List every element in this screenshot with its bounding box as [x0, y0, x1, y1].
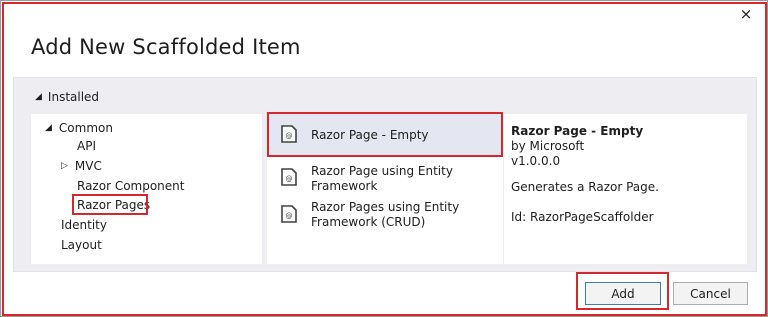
details-id: Id: RazorPageScaffolder — [511, 210, 654, 224]
tree-item-label: Razor Component — [77, 179, 185, 193]
template-label-line1: Razor Pages using Entity — [311, 200, 460, 214]
dialog-title: Add New Scaffolded Item — [31, 35, 301, 59]
template-label: Razor Page using Entity Framework — [311, 164, 453, 194]
template-label-line2: Framework — [311, 179, 378, 193]
svg-text:@: @ — [286, 175, 293, 183]
scaffold-dialog: × Add New Scaffolded Item ◢ Installed ◢ … — [0, 0, 768, 317]
tree-item-identity[interactable]: Identity — [61, 217, 107, 233]
tree-item-common[interactable]: ◢ Common — [45, 120, 113, 136]
cancel-button[interactable]: Cancel — [673, 282, 748, 305]
close-icon[interactable]: × — [737, 5, 755, 23]
svg-text:@: @ — [286, 212, 293, 220]
template-label: Razor Pages using Entity Framework (CRUD… — [311, 200, 459, 230]
tree-item-label: MVC — [74, 159, 102, 173]
razor-file-icon: @ — [281, 125, 297, 146]
installed-header[interactable]: ◢ Installed — [35, 90, 99, 104]
template-label-line1: Razor Page using Entity — [311, 164, 453, 178]
template-item-razor-page-ef[interactable]: @ Razor Page using Entity Framework — [268, 164, 502, 198]
details-author: by Microsoft — [511, 139, 585, 153]
tree-item-label: API — [77, 139, 96, 153]
tree-item-label: Common — [58, 121, 113, 135]
expanded-triangle-icon: ◢ — [45, 123, 52, 133]
details-pane: Razor Page - Empty by Microsoft v1.0.0.0… — [504, 114, 747, 264]
details-version: v1.0.0.0 — [511, 154, 561, 168]
details-title: Razor Page - Empty — [511, 124, 644, 138]
tree-item-mvc[interactable]: ▷ MVC — [61, 158, 102, 174]
add-button[interactable]: Add — [585, 282, 661, 305]
template-label: Razor Page - Empty — [311, 128, 429, 142]
template-item-razor-pages-crud[interactable]: @ Razor Pages using Entity Framework (CR… — [268, 200, 502, 234]
collapsed-triangle-icon: ▷ — [61, 161, 68, 171]
tree-item-razor-component[interactable]: Razor Component — [77, 178, 184, 194]
tree-item-razor-pages[interactable]: Razor Pages — [77, 197, 150, 213]
installed-label: Installed — [47, 90, 100, 104]
details-description: Generates a Razor Page. — [511, 180, 659, 194]
razor-file-icon: @ — [281, 200, 297, 226]
svg-text:@: @ — [286, 132, 293, 140]
template-item-razor-page-empty[interactable]: @ Razor Page - Empty — [268, 114, 502, 155]
collapse-triangle-icon: ◢ — [35, 92, 42, 102]
tree-item-label: Layout — [61, 238, 102, 252]
tree-item-api[interactable]: API — [77, 138, 96, 154]
template-label-line2: Framework (CRUD) — [311, 215, 426, 229]
razor-file-icon: @ — [281, 164, 297, 189]
tree-item-label: Identity — [61, 218, 107, 232]
tree-item-layout[interactable]: Layout — [61, 237, 102, 253]
tree-item-label: Razor Pages — [77, 198, 151, 212]
